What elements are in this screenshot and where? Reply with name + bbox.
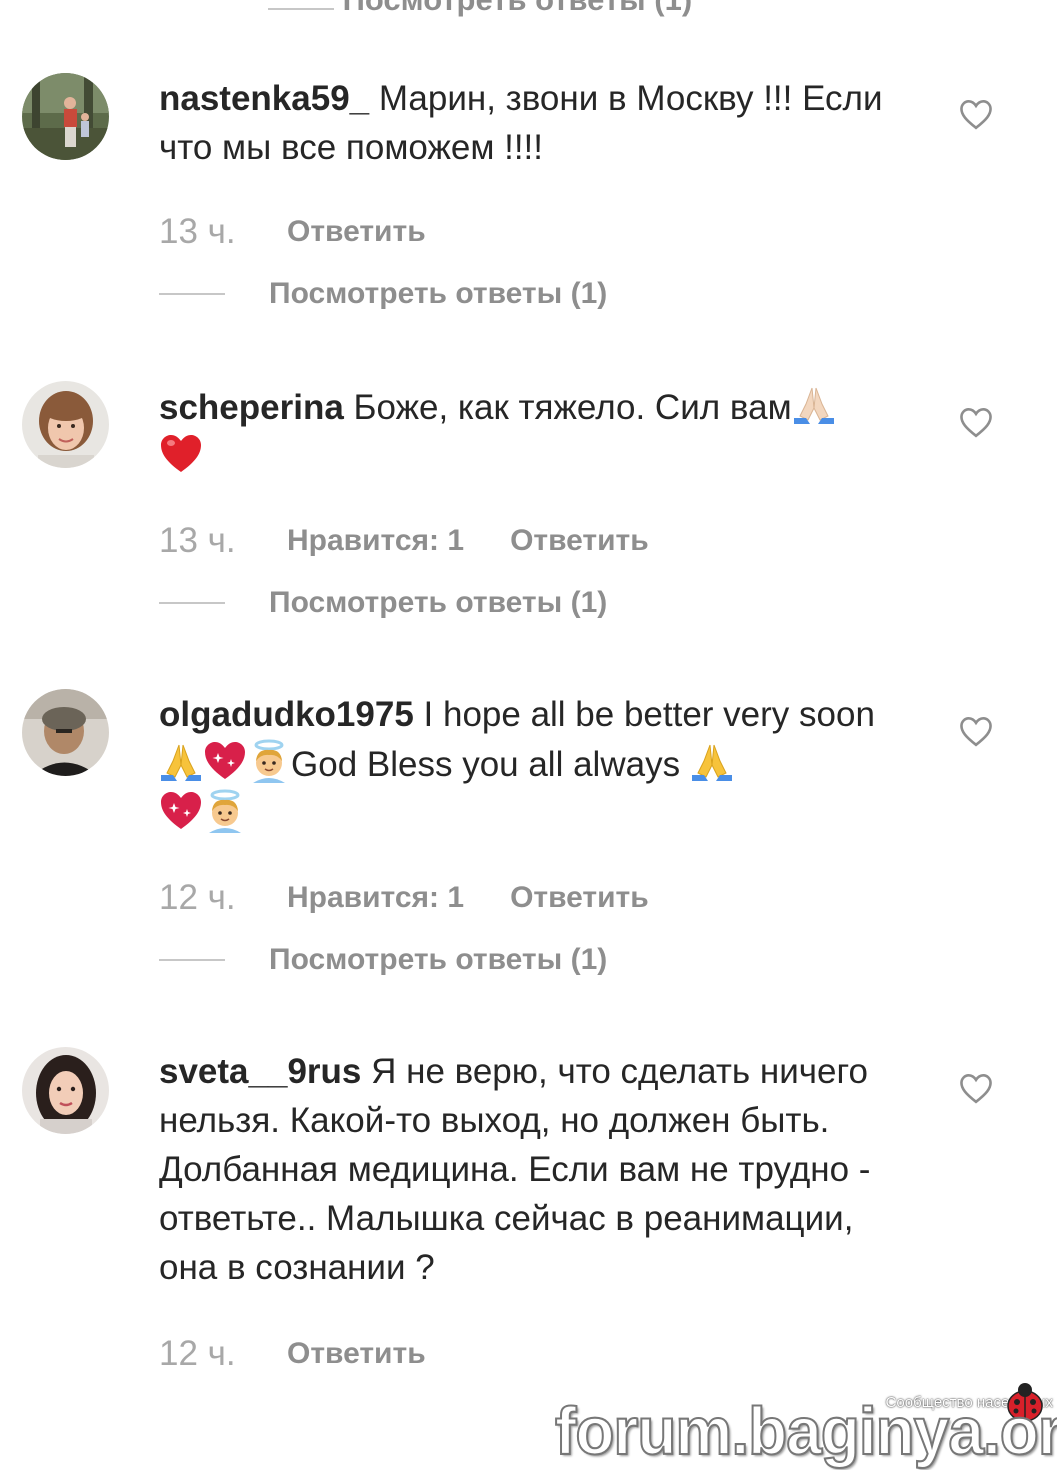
like-heart-icon[interactable] bbox=[958, 406, 994, 438]
view-replies-label: Посмотреть ответы (1) bbox=[269, 277, 608, 310]
likes-count[interactable]: Нравится: 1 bbox=[287, 524, 464, 558]
comment-text: Боже, как тяжело. Сил вам bbox=[353, 388, 792, 427]
red-heart-emoji-icon bbox=[161, 435, 201, 472]
like-heart-icon[interactable] bbox=[958, 1072, 994, 1104]
comment-username[interactable]: sveta__9rus bbox=[159, 1052, 361, 1091]
like-heart-icon[interactable] bbox=[958, 715, 994, 747]
replies-divider bbox=[159, 293, 225, 295]
forum-watermark: Сообщество насекомых forum.baginya.org bbox=[554, 1383, 1057, 1470]
reply-button[interactable]: Ответить bbox=[510, 524, 649, 558]
folded-hands-emoji-icon bbox=[793, 387, 834, 424]
view-replies[interactable]: Посмотреть ответы (1) bbox=[159, 274, 607, 314]
comment-text: I hope all be better very soon bbox=[423, 695, 875, 734]
sparkling-heart-emoji-icon bbox=[161, 792, 201, 829]
comment-username[interactable]: scheperina bbox=[159, 388, 344, 427]
comment-body: sveta__9rus Я не верю, что сделать ничег… bbox=[159, 1047, 919, 1292]
comment-time: 13 ч. bbox=[159, 521, 236, 560]
angel-emoji-icon bbox=[253, 739, 285, 783]
comment-time: 12 ч. bbox=[159, 878, 236, 917]
replies-divider bbox=[159, 959, 225, 961]
replies-divider bbox=[159, 602, 225, 604]
folded-hands-emoji-icon bbox=[691, 744, 732, 781]
avatar[interactable] bbox=[22, 381, 109, 468]
comment-body: nastenka59_ Марин, звони в Москву !!! Ес… bbox=[159, 74, 919, 172]
previous-view-replies-label: Посмотреть ответы (1) bbox=[343, 0, 693, 17]
comment-body: olgadudko1975 I hope all be better very … bbox=[159, 690, 919, 839]
comment-meta: 13 ч. Ответить bbox=[159, 212, 426, 252]
view-replies[interactable]: Посмотреть ответы (1) bbox=[159, 940, 607, 980]
reply-button[interactable]: Ответить bbox=[287, 1337, 426, 1371]
comment-time: 12 ч. bbox=[159, 1334, 236, 1373]
reply-button[interactable]: Ответить bbox=[510, 881, 649, 915]
comment-meta: 12 ч. Ответить bbox=[159, 1334, 426, 1374]
avatar[interactable] bbox=[22, 689, 109, 776]
comment-text-continued: God Bless you all always bbox=[291, 745, 681, 784]
avatar[interactable] bbox=[22, 73, 109, 160]
comment-time: 13 ч. bbox=[159, 212, 236, 251]
view-replies[interactable]: Посмотреть ответы (1) bbox=[159, 583, 607, 623]
comment-meta: 12 ч. Нравится: 1 Ответить bbox=[159, 878, 649, 918]
watermark-site: forum.baginya.org bbox=[554, 1392, 1057, 1470]
view-replies-label: Посмотреть ответы (1) bbox=[269, 943, 608, 976]
previous-view-replies[interactable]: Посмотреть ответы (1) bbox=[268, 0, 692, 18]
reply-button[interactable]: Ответить bbox=[287, 215, 426, 249]
comment-username[interactable]: nastenka59_ bbox=[159, 79, 369, 118]
view-replies-label: Посмотреть ответы (1) bbox=[269, 586, 608, 619]
comment-body: scheperina Боже, как тяжело. Сил вам bbox=[159, 382, 919, 482]
angel-emoji-icon bbox=[209, 789, 241, 833]
sparkling-heart-emoji-icon bbox=[205, 742, 245, 779]
like-heart-icon[interactable] bbox=[958, 98, 994, 130]
comment-username[interactable]: olgadudko1975 bbox=[159, 695, 414, 734]
avatar[interactable] bbox=[22, 1047, 109, 1134]
comment-meta: 13 ч. Нравится: 1 Ответить bbox=[159, 521, 649, 561]
folded-hands-emoji-icon bbox=[161, 744, 201, 781]
replies-divider bbox=[268, 8, 334, 10]
likes-count[interactable]: Нравится: 1 bbox=[287, 881, 464, 915]
